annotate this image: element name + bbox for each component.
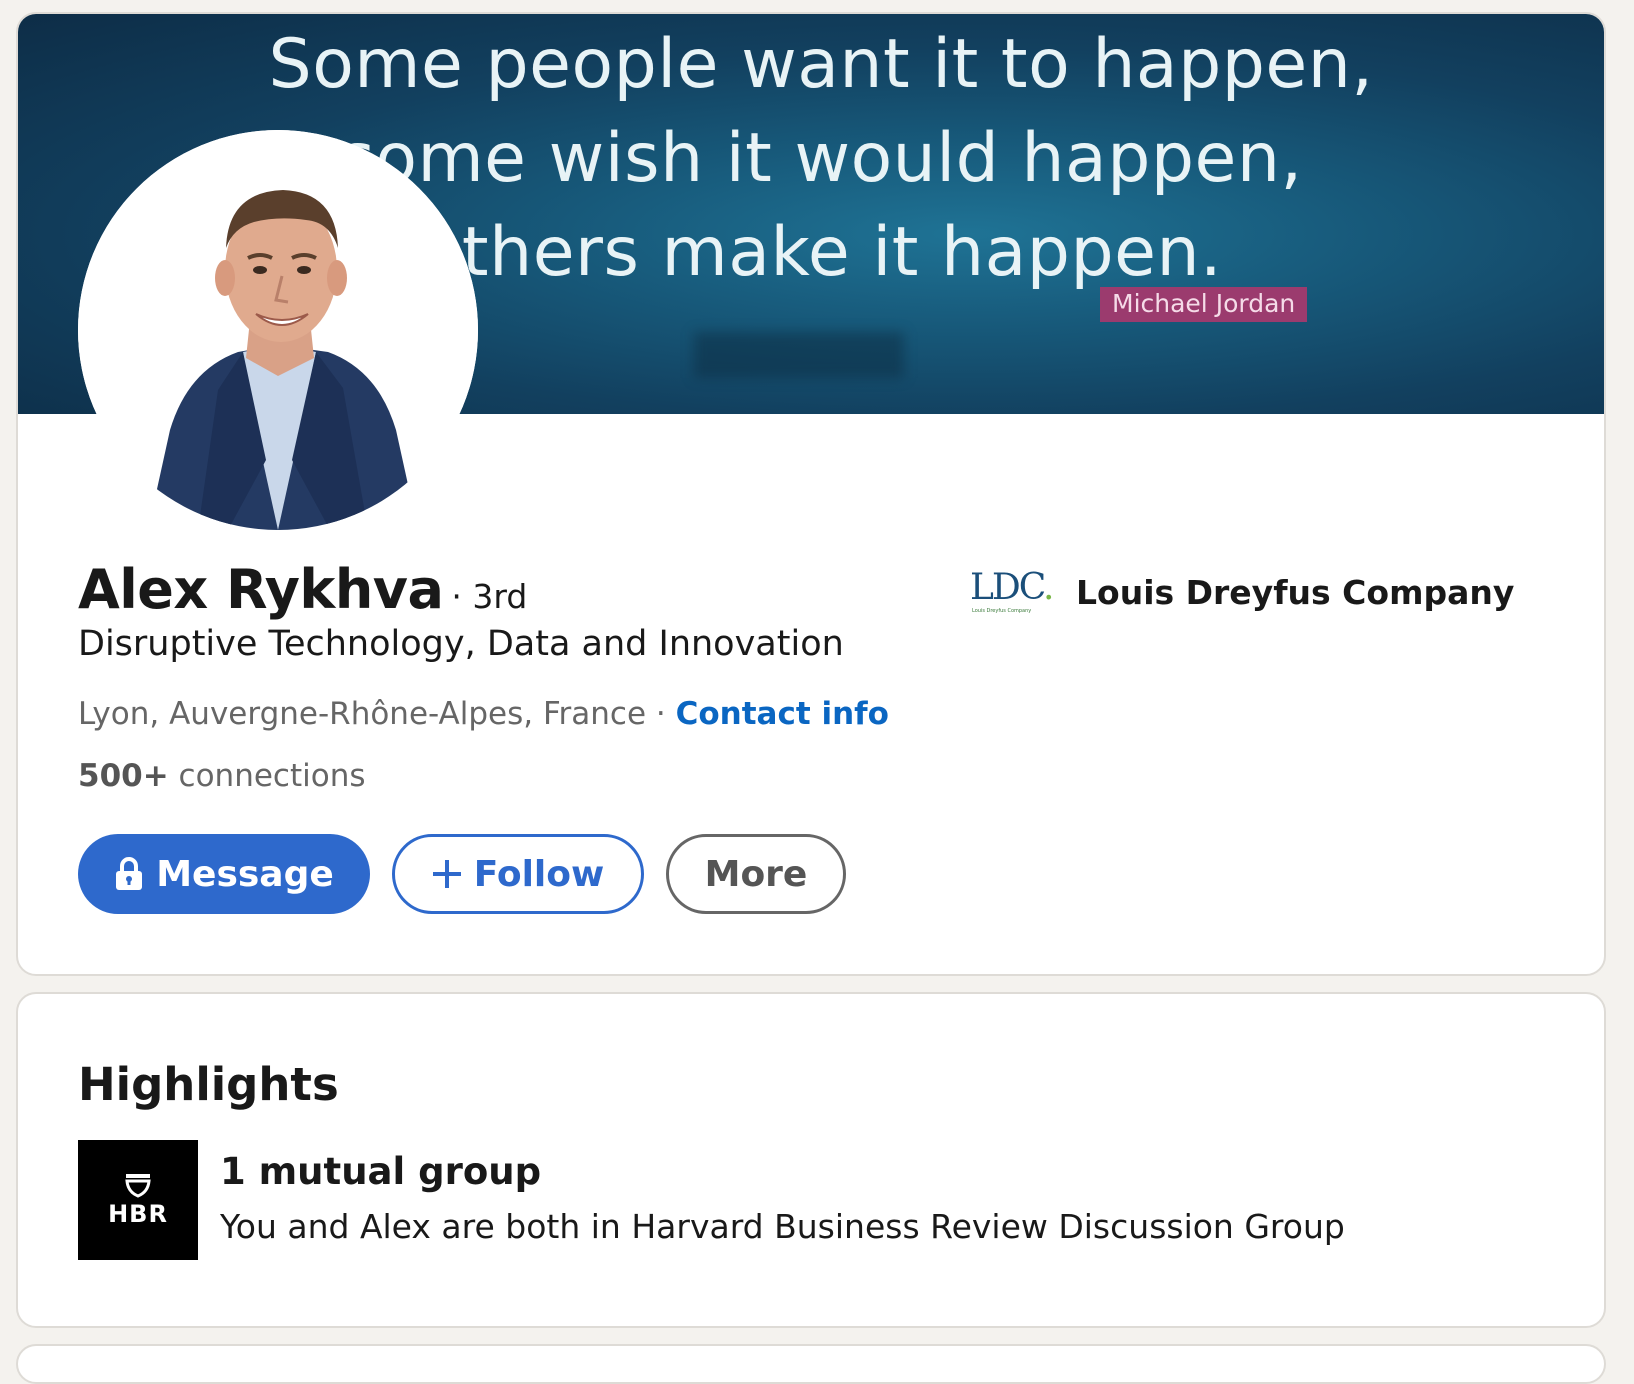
profile-card: Some people want it to happen, some wish… (16, 12, 1606, 976)
follow-button[interactable]: Follow (392, 834, 644, 914)
name-row: Alex Rykhva · 3rd (78, 558, 527, 621)
location-separator: · (646, 696, 676, 732)
company-logo-subtext: Louis Dreyfus Company (972, 608, 1032, 614)
banner-shadow (694, 332, 904, 378)
profile-location: Lyon, Auvergne-Rhône-Alpes, France (78, 696, 647, 732)
location-row: Lyon, Auvergne-Rhône-Alpes, France · Con… (78, 696, 889, 732)
company-logo-dot: . (1043, 567, 1055, 608)
connections-count[interactable]: 500+ connections (78, 758, 366, 794)
highlight-description: You and Alex are both in Harvard Busines… (220, 1207, 1345, 1246)
connection-degree: · 3rd (451, 577, 528, 616)
profile-actions: Message Follow More (78, 834, 846, 914)
company-logo-text: LDC (970, 567, 1045, 608)
quote-author-tag: Michael Jordan (1100, 287, 1308, 322)
lock-icon (114, 857, 144, 891)
profile-name: Alex Rykhva (78, 558, 444, 621)
follow-button-label: Follow (473, 853, 605, 895)
connections-label: connections (168, 758, 366, 794)
mutual-group-highlight[interactable]: HBR 1 mutual group You and Alex are both… (78, 1140, 1345, 1260)
company-name: Louis Dreyfus Company (1076, 572, 1515, 612)
highlights-title: Highlights (78, 1058, 339, 1111)
hbr-group-logo: HBR (78, 1140, 198, 1260)
contact-info-link[interactable]: Contact info (676, 696, 889, 732)
highlight-heading: 1 mutual group (220, 1150, 542, 1193)
highlight-text: 1 mutual group You and Alex are both in … (220, 1150, 1345, 1260)
avatar-photo (78, 130, 478, 530)
current-company[interactable]: LDC. Louis Dreyfus Company Louis Dreyfus… (970, 567, 1515, 615)
more-button-label: More (704, 853, 808, 895)
profile-headline: Disruptive Technology, Data and Innovati… (78, 624, 844, 664)
hbr-shield-icon (125, 1174, 151, 1198)
company-logo: LDC. Louis Dreyfus Company (970, 567, 1055, 615)
next-section-card (16, 1344, 1606, 1384)
hbr-logo-text: HBR (108, 1200, 168, 1228)
message-button-label: Message (156, 853, 334, 895)
profile-avatar[interactable] (78, 130, 478, 530)
highlights-card: Highlights HBR 1 mutual group You and Al… (16, 992, 1606, 1328)
more-button[interactable]: More (666, 834, 846, 914)
plus-icon (432, 859, 462, 889)
connections-number: 500+ (78, 758, 169, 794)
quote-line-1: Some people want it to happen, (268, 25, 1374, 104)
message-button[interactable]: Message (78, 834, 370, 914)
